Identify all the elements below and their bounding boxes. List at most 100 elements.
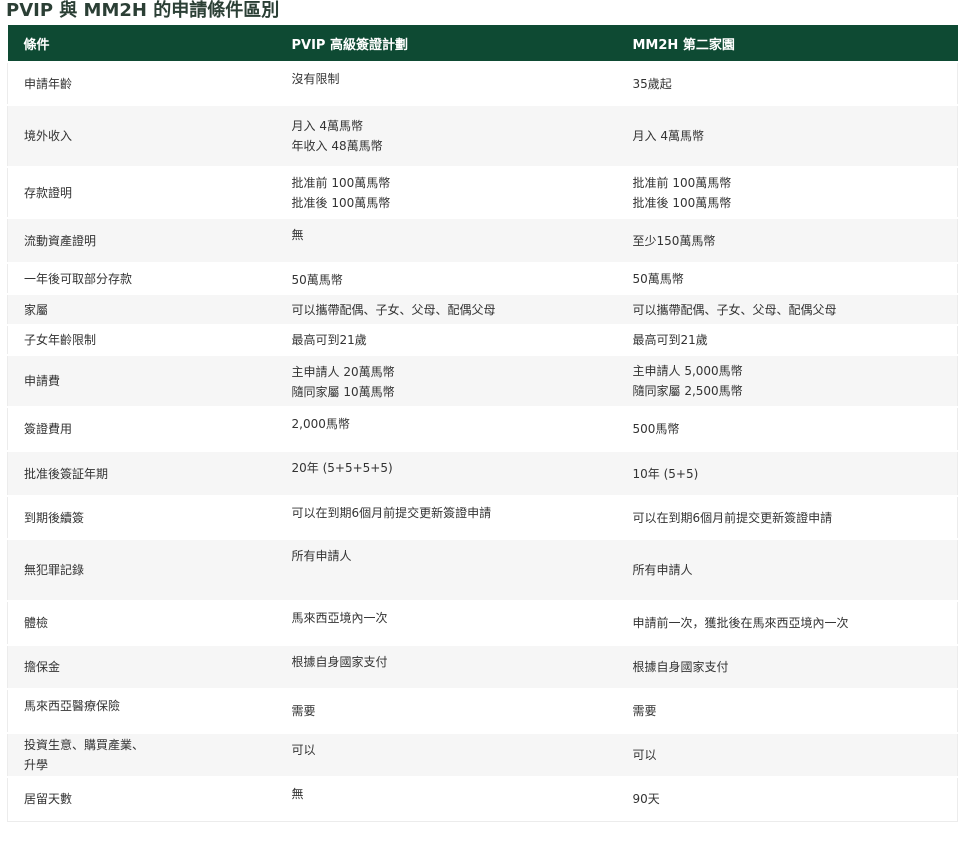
mm2h-cell: 可以在到期6個月前提交更新簽證申請 — [616, 495, 958, 539]
cell-line: 申請費 — [24, 374, 61, 388]
condition-cell: 境外收入 — [7, 104, 276, 167]
mm2h-cell: 可以攜帶配偶、子女、父母、配偶父母 — [616, 293, 958, 325]
cell-line: 20年 (5+5+5+5) — [291, 461, 393, 475]
cell-line: 可以在到期6個月前提交更新簽證申請 — [291, 506, 492, 520]
cell-line: 所有申請人 — [291, 549, 352, 563]
cell-line: 35歲起 — [632, 76, 672, 91]
condition-cell: 存款證明 — [7, 166, 276, 218]
cell-line: 90天 — [632, 792, 660, 807]
condition-cell: 簽證費用 — [7, 406, 276, 451]
cell-line: 根據自身國家支付 — [632, 660, 729, 674]
cell-line: 主申請人 5,000馬幣 — [632, 364, 743, 378]
cell-line: 最高可到21歲 — [632, 333, 708, 347]
cell-line: 50萬馬幣 — [291, 273, 343, 287]
mm2h-cell: 最高可到21歲 — [616, 324, 958, 355]
cell-line: 隨同家屬 10萬馬幣 — [291, 385, 395, 399]
cell-line: 月入 4萬馬幣 — [291, 119, 363, 133]
cell-line: 申請前一次，獲批後在馬來西亞境內一次 — [632, 616, 849, 630]
mm2h-cell: 申請前一次，獲批後在馬來西亞境內一次 — [616, 600, 958, 645]
mm2h-cell: 90天 — [616, 776, 958, 822]
condition-cell: 流動資產證明 — [7, 217, 276, 263]
table-row: 居留天數 無 90天 — [7, 776, 958, 822]
pvip-cell: 所有申請人 — [275, 538, 617, 601]
condition-cell: 馬來西亞醫療保險 — [7, 688, 276, 733]
cell-line: 無 — [291, 787, 304, 801]
pvip-cell: 根據自身國家支付 — [275, 644, 617, 689]
condition-cell: 一年後可取部分存款 — [7, 262, 276, 294]
cell-line: 體檢 — [24, 616, 49, 630]
table-row: 境外收入 月入 4萬馬幣 年收入 48萬馬幣 月入 4萬馬幣 — [7, 104, 958, 167]
table-row: 馬來西亞醫療保險 需要 需要 — [7, 688, 958, 733]
cell-line: 至少150萬馬幣 — [632, 233, 716, 248]
cell-line: 月入 4萬馬幣 — [632, 129, 704, 143]
cell-line: 主申請人 20萬馬幣 — [291, 365, 395, 379]
mm2h-cell: 500馬幣 — [616, 406, 958, 451]
condition-cell: 投資生意、購買產業、 升學 — [7, 732, 276, 777]
table-header-row: 條件 PVIP 高級簽證計劃 MM2H 第二家園 — [7, 25, 958, 62]
mm2h-cell: 至少150萬馬幣 — [616, 217, 958, 263]
cell-line: 無 — [291, 228, 304, 242]
pvip-cell: 可以在到期6個月前提交更新簽證申請 — [275, 495, 617, 539]
table-row: 簽證費用 2,000馬幣 500馬幣 — [7, 406, 958, 451]
table-row: 家屬 可以攜帶配偶、子女、父母、配偶父母 可以攜帶配偶、子女、父母、配偶父母 — [7, 293, 958, 325]
cell-line: 可以 — [291, 743, 316, 757]
table-row: 批准後簽証年期 20年 (5+5+5+5) 10年 (5+5) — [7, 450, 958, 496]
cell-line: 批准前 100萬馬幣 — [291, 175, 391, 190]
cell-line: 10年 (5+5) — [632, 466, 699, 481]
cell-line: 需要 — [291, 704, 316, 718]
cell-line: 可以在到期6個月前提交更新簽證申請 — [632, 510, 833, 525]
cell-line: 50萬馬幣 — [632, 271, 684, 286]
pvip-cell: 批准前 100萬馬幣 批准後 100萬馬幣 — [275, 166, 617, 218]
condition-cell: 家屬 — [7, 293, 276, 325]
cell-line: 最高可到21歲 — [291, 333, 367, 347]
pvip-cell: 20年 (5+5+5+5) — [275, 450, 617, 496]
table-row: 投資生意、購買產業、 升學 可以 可以 — [7, 732, 958, 777]
cell-line: 批准前 100萬馬幣 — [632, 175, 732, 190]
cell-line: 500馬幣 — [632, 422, 680, 436]
pvip-cell: 無 — [275, 776, 617, 822]
cell-line: 可以 — [632, 748, 657, 762]
page-title: PVIP 與 MM2H 的申請條件區別 — [6, 0, 280, 21]
cell-line: 申請年齡 — [24, 76, 73, 91]
cell-line: 一年後可取部分存款 — [24, 271, 133, 286]
cell-line: 存款證明 — [24, 185, 73, 200]
pvip-cell: 2,000馬幣 — [275, 406, 617, 451]
cell-line: 升學 — [24, 758, 49, 772]
cell-line: 簽證費用 — [24, 422, 73, 436]
cell-line: 子女年齡限制 — [24, 333, 97, 347]
condition-cell: 居留天數 — [7, 776, 276, 822]
pvip-cell: 需要 — [275, 688, 617, 733]
condition-cell: 批准後簽証年期 — [7, 450, 276, 496]
condition-cell: 到期後續簽 — [7, 495, 276, 539]
header-condition: 條件 — [7, 25, 276, 62]
table-row: 體檢 馬來西亞境內一次 申請前一次，獲批後在馬來西亞境內一次 — [7, 600, 958, 645]
pvip-cell: 最高可到21歲 — [275, 324, 617, 355]
mm2h-cell: 35歲起 — [616, 61, 958, 105]
pvip-cell: 可以 — [275, 732, 617, 777]
cell-line: 所有申請人 — [632, 563, 693, 577]
pvip-cell: 50萬馬幣 — [275, 262, 617, 294]
table-row: 流動資產證明 無 至少150萬馬幣 — [7, 217, 958, 263]
cell-line: 流動資產證明 — [24, 233, 97, 248]
table-body: 申請年齡 沒有限制 35歲起 境外收入 月入 4萬馬幣 年收入 48萬馬幣 月入 4萬馬幣存… — [7, 61, 958, 822]
condition-cell: 子女年齡限制 — [7, 324, 276, 355]
condition-cell: 擔保金 — [7, 644, 276, 689]
cell-line: 到期後續簽 — [24, 510, 85, 525]
condition-cell: 體檢 — [7, 600, 276, 645]
cell-line: 居留天數 — [24, 792, 73, 807]
condition-cell: 申請費 — [7, 354, 276, 407]
table-row: 擔保金 根據自身國家支付 根據自身國家支付 — [7, 644, 958, 689]
table-row: 一年後可取部分存款 50萬馬幣 50萬馬幣 — [7, 262, 958, 294]
mm2h-cell: 需要 — [616, 688, 958, 733]
pvip-cell: 沒有限制 — [275, 61, 617, 105]
cell-line: 2,000馬幣 — [291, 417, 350, 431]
mm2h-cell: 可以 — [616, 732, 958, 777]
pvip-cell: 可以攜帶配偶、子女、父母、配偶父母 — [275, 293, 617, 325]
table-row: 到期後續簽 可以在到期6個月前提交更新簽證申請 可以在到期6個月前提交更新簽證申請 — [7, 495, 958, 539]
cell-line: 隨同家屬 2,500馬幣 — [632, 384, 743, 398]
cell-line: 批准後 100萬馬幣 — [291, 195, 391, 210]
table-row: 申請費 主申請人 20萬馬幣 隨同家屬 10萬馬幣 主申請人 5,000馬幣 隨同家屬 … — [7, 354, 958, 407]
pvip-cell: 主申請人 20萬馬幣 隨同家屬 10萬馬幣 — [275, 354, 617, 407]
cell-line: 根據自身國家支付 — [291, 655, 388, 669]
pvip-cell: 無 — [275, 217, 617, 263]
